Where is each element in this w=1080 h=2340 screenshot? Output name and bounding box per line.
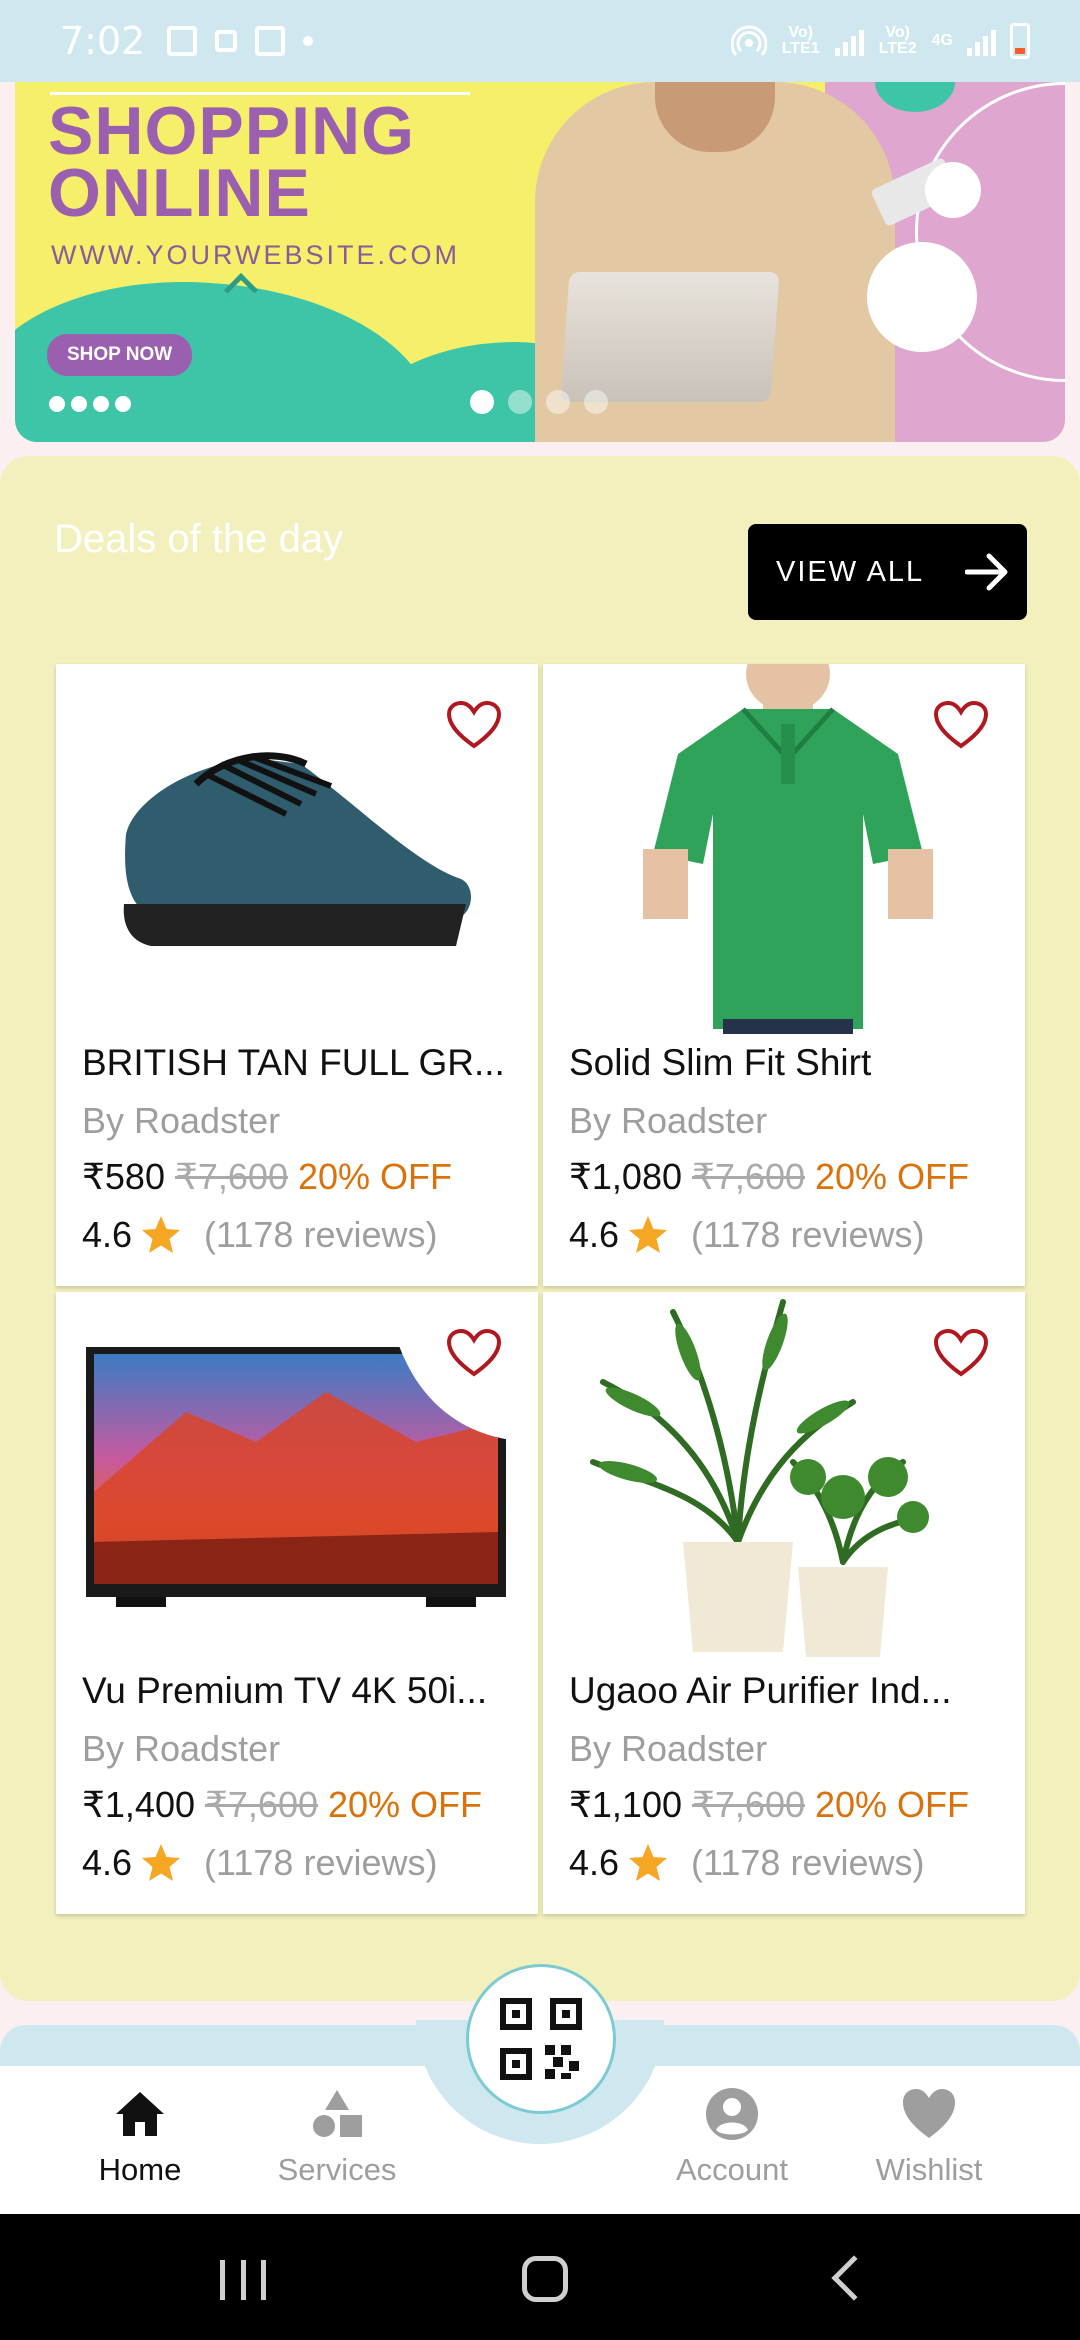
view-all-button[interactable]: VIEW ALL [748, 524, 1027, 620]
product-brand: By Roadster [569, 1100, 768, 1141]
account-icon [706, 2088, 758, 2140]
nav-wishlist-label: Wishlist [875, 2152, 983, 2187]
notification-icon [215, 30, 238, 52]
star-icon [142, 1216, 181, 1253]
banner-url: WWW.YOURWEBSITE.COM [51, 240, 460, 270]
product-price: ₹1,400 [82, 1784, 195, 1825]
product-discount: 20% OFF [297, 1156, 453, 1197]
whatsapp-icon [115, 396, 131, 412]
status-time: 7:02 [60, 19, 146, 63]
network-label: 4G [931, 32, 953, 49]
product-discount: 20% OFF [328, 1784, 483, 1825]
product-rating: 4.6 (1178 reviews) [569, 1842, 925, 1883]
product-price-row: ₹1,100 ₹7,600 20% OFF [569, 1784, 969, 1826]
instagram-icon [49, 396, 65, 412]
home-button[interactable] [522, 2256, 568, 2302]
app-notification-icon [255, 26, 286, 56]
product-discount: 20% OFF [815, 1784, 970, 1825]
product-old-price: ₹7,600 [174, 1156, 288, 1197]
deals-section: Deals of the day VIEW ALL BRITISH TAN FU… [0, 456, 1080, 2001]
social-icons [49, 396, 131, 412]
carousel-dot[interactable] [470, 390, 494, 414]
heart-icon[interactable] [933, 1328, 989, 1378]
carousel-dot[interactable] [508, 390, 532, 414]
product-name: Vu Premium TV 4K 50i... [82, 1670, 488, 1711]
product-card[interactable]: BRITISH TAN FULL GR... By Roadster ₹580 … [56, 664, 538, 1286]
nav-wishlist[interactable]: Wishlist [849, 2086, 1009, 2188]
scan-qr-button[interactable] [466, 1964, 616, 2114]
nav-services[interactable]: Services [257, 2086, 417, 2188]
product-old-price: ₹7,600 [205, 1784, 318, 1825]
product-name: Ugaoo Air Purifier Ind... [569, 1670, 952, 1711]
product-name: BRITISH TAN FULL GR... [82, 1042, 505, 1083]
tablet-image [560, 272, 780, 402]
gallery-icon [167, 26, 198, 56]
heart-icon[interactable] [446, 700, 502, 750]
battery-icon [1010, 23, 1030, 59]
product-card[interactable]: Solid Slim Fit Shirt By Roadster ₹1,080 … [543, 664, 1025, 1286]
product-price: ₹1,080 [569, 1156, 682, 1197]
product-name: Solid Slim Fit Shirt [569, 1042, 872, 1083]
signal1-icon [834, 26, 864, 56]
system-navigation-bar [0, 2214, 1080, 2340]
product-price-row: ₹580 ₹7,600 20% OFF [82, 1156, 452, 1198]
promo-banner[interactable]: SHOPPING ONLINE WWW.YOURWEBSITE.COM SHOP… [15, 82, 1065, 442]
carousel-dot[interactable] [584, 390, 608, 414]
product-discount: 20% OFF [815, 1156, 970, 1197]
lte2-label: Vo) LTE2 [878, 24, 917, 57]
nav-account-label: Account [675, 2152, 788, 2187]
product-card[interactable]: Ugaoo Air Purifier Ind... By Roadster ₹1… [543, 1292, 1025, 1914]
back-button[interactable] [831, 2255, 877, 2301]
carousel-dot[interactable] [546, 390, 570, 414]
star-icon [629, 1216, 668, 1253]
carousel-indicator [470, 390, 608, 414]
home-icon [116, 2092, 164, 2136]
arrow-right-icon [965, 553, 1008, 591]
product-price-row: ₹1,400 ₹7,600 20% OFF [82, 1784, 482, 1826]
heart-icon[interactable] [933, 700, 989, 750]
nav-services-label: Services [277, 2152, 397, 2187]
nav-home[interactable]: Home [60, 2086, 220, 2188]
status-bar: 7:02 Vo) LTE1 Vo) LTE2 4G [0, 0, 1080, 82]
product-rating: 4.6 (1178 reviews) [569, 1214, 925, 1255]
product-price-row: ₹1,080 ₹7,600 20% OFF [569, 1156, 969, 1198]
deals-title: Deals of the day [54, 517, 344, 561]
recent-apps-button[interactable] [220, 2260, 266, 2300]
product-old-price: ₹7,600 [692, 1784, 805, 1825]
more-notifications-icon [303, 36, 314, 46]
shop-now-button[interactable]: SHOP NOW [47, 334, 193, 376]
services-icon [313, 2090, 362, 2137]
star-icon [629, 1844, 668, 1881]
star-icon [142, 1844, 181, 1881]
banner-headline: SHOPPING ONLINE [48, 93, 415, 231]
heart-filled-icon [903, 2089, 955, 2138]
product-brand: By Roadster [82, 1100, 281, 1141]
qr-code-icon [500, 1998, 582, 2080]
lte1-label: Vo) LTE1 [781, 24, 820, 57]
product-brand: By Roadster [569, 1728, 768, 1769]
facebook-icon [71, 396, 87, 412]
product-price: ₹580 [82, 1156, 165, 1197]
product-rating: 4.6 (1178 reviews) [82, 1214, 438, 1255]
hotspot-icon [730, 25, 767, 56]
product-rating: 4.6 (1178 reviews) [82, 1842, 438, 1883]
signal2-icon [967, 26, 996, 56]
product-price: ₹1,100 [569, 1784, 682, 1825]
heart-icon[interactable] [446, 1328, 502, 1378]
twitter-icon [93, 396, 109, 412]
nav-account[interactable]: Account [652, 2086, 812, 2188]
product-brand: By Roadster [82, 1728, 281, 1769]
product-old-price: ₹7,600 [692, 1156, 805, 1197]
nav-home-label: Home [98, 2152, 182, 2187]
product-card[interactable]: Vu Premium TV 4K 50i... By Roadster ₹1,4… [56, 1292, 538, 1914]
